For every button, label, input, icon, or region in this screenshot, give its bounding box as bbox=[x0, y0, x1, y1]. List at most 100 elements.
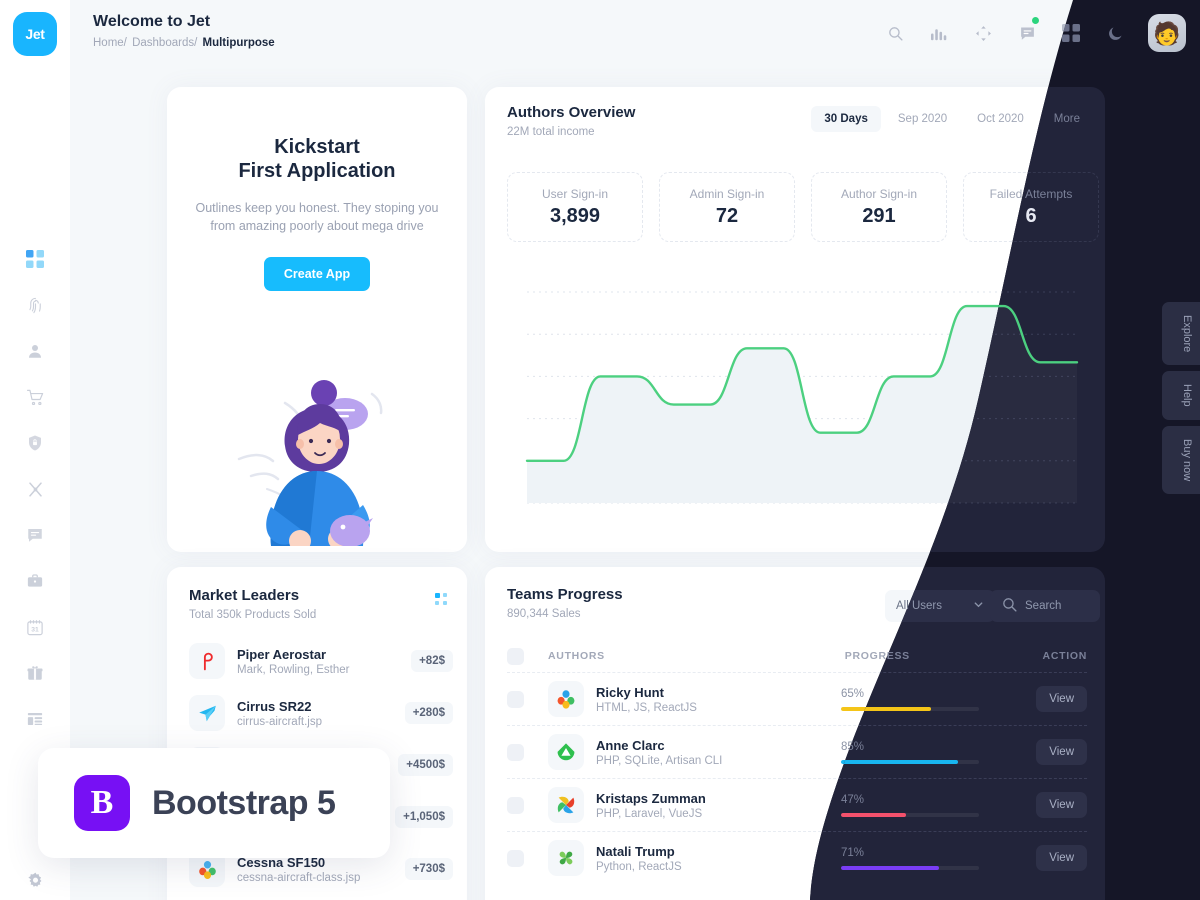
view-button[interactable]: View bbox=[1036, 686, 1087, 712]
breadcrumb-dashboards[interactable]: Dashboards/ bbox=[132, 37, 197, 49]
kickstart-illustration bbox=[167, 331, 467, 552]
view-button[interactable]: View bbox=[1036, 739, 1087, 765]
breadcrumb-home[interactable]: Home/ bbox=[93, 37, 127, 49]
bootstrap-badge: B Bootstrap 5 bbox=[38, 748, 390, 858]
teams-subtitle: 890,344 Sales bbox=[507, 608, 581, 620]
stat-value: 6 bbox=[1025, 204, 1037, 227]
chevron-down-icon bbox=[973, 599, 984, 613]
app-logo[interactable]: Jet bbox=[13, 12, 57, 56]
sidebar-item-calendar[interactable]: 31 bbox=[18, 614, 52, 640]
page-title: Welcome to Jet bbox=[93, 13, 211, 30]
market-leader-name: Piper Aerostar bbox=[237, 646, 327, 662]
authors-tab-0[interactable]: 30 Days bbox=[811, 106, 881, 132]
bootstrap-logo-icon: B bbox=[74, 775, 130, 831]
view-button[interactable]: View bbox=[1036, 845, 1087, 871]
stat-value: 3,899 bbox=[549, 204, 601, 227]
sidebar-settings[interactable] bbox=[0, 871, 70, 890]
team-member-skills: PHP, Laravel, VueJS bbox=[596, 807, 703, 820]
stat-card: User Sign-in 3,899 bbox=[507, 172, 643, 242]
stat-value: 291 bbox=[862, 204, 896, 227]
market-leader-row[interactable]: Cirrus SR22 cirrus-aircraft.jsp +280$ bbox=[189, 687, 453, 739]
clover-icon bbox=[548, 840, 584, 876]
progress-bar bbox=[841, 760, 979, 764]
edge-tab-group: Explore Help Buy now bbox=[1162, 302, 1200, 495]
market-subtitle: Total 350k Products Sold bbox=[189, 609, 317, 621]
authors-subtitle: 22M total income bbox=[507, 126, 595, 138]
piper-icon bbox=[189, 643, 225, 679]
sidebar-item-cart[interactable] bbox=[18, 384, 52, 410]
stat-value: 72 bbox=[715, 204, 739, 227]
market-leader-desc: Mark, Rowling, Esther bbox=[237, 663, 350, 676]
team-member-name: Ricky Hunt bbox=[596, 684, 664, 700]
flower-icon bbox=[548, 681, 584, 717]
market-leader-amount: +280$ bbox=[404, 702, 453, 724]
row-checkbox[interactable] bbox=[507, 849, 524, 867]
sidebar-item-chat[interactable] bbox=[18, 522, 52, 548]
authors-tab-2[interactable]: Oct 2020 bbox=[964, 106, 1037, 132]
team-member-name: Anne Clarc bbox=[596, 737, 665, 753]
column-authors: AUTHORS bbox=[548, 650, 605, 662]
progress-percent: 85% bbox=[840, 740, 864, 753]
sidebar-item-briefcase[interactable] bbox=[18, 568, 52, 594]
market-leader-amount: +730$ bbox=[404, 858, 453, 880]
search-icon bbox=[1001, 596, 1018, 616]
edge-tab-buy-now[interactable]: Buy now bbox=[1162, 425, 1200, 495]
stat-card: Author Sign-in 291 bbox=[811, 172, 947, 242]
sidebar-item-gift[interactable] bbox=[18, 660, 52, 686]
breadcrumb-current: Multipurpose bbox=[202, 37, 275, 49]
progress-bar bbox=[841, 813, 979, 817]
sidebar-item-shield-lock[interactable] bbox=[18, 430, 52, 456]
svg-text:31: 31 bbox=[31, 626, 39, 633]
column-action: ACTION bbox=[1042, 650, 1087, 662]
market-leader-row[interactable]: Piper Aerostar Mark, Rowling, Esther +82… bbox=[189, 635, 453, 687]
row-checkbox[interactable] bbox=[507, 743, 524, 761]
sidebar-item-scissors[interactable] bbox=[18, 476, 52, 502]
stat-card: Admin Sign-in 72 bbox=[659, 172, 795, 242]
team-member-skills: PHP, SQLite, Artisan CLI bbox=[596, 754, 723, 767]
stat-label: Author Sign-in bbox=[840, 186, 918, 201]
row-checkbox[interactable] bbox=[507, 690, 524, 708]
bootstrap-badge-label: Bootstrap 5 bbox=[152, 783, 336, 822]
header-move-icon[interactable] bbox=[972, 22, 994, 44]
header-notifications-icon[interactable] bbox=[1016, 17, 1039, 44]
market-leader-name: Cirrus SR22 bbox=[237, 698, 312, 714]
row-checkbox[interactable] bbox=[507, 796, 524, 814]
breadcrumb: Home/ Dashboards/ Multipurpose bbox=[93, 37, 277, 49]
create-app-button[interactable]: Create App bbox=[263, 257, 371, 292]
kickstart-title-line2: First Application bbox=[238, 160, 396, 182]
notification-dot bbox=[1032, 17, 1039, 24]
market-menu-icon[interactable] bbox=[435, 593, 449, 612]
view-button[interactable]: View bbox=[1036, 792, 1087, 818]
sidebar-item-user[interactable] bbox=[18, 338, 52, 364]
sidebar-nav: 31 bbox=[18, 246, 52, 732]
kickstart-card: Kickstart First Application Outlines kee… bbox=[167, 87, 467, 552]
header-bar-chart-icon[interactable] bbox=[928, 22, 950, 44]
market-leader-amount: +82$ bbox=[411, 650, 453, 672]
teams-search-input[interactable]: Search bbox=[990, 590, 1100, 622]
team-member-name: Kristaps Zumman bbox=[596, 790, 706, 806]
edge-tab-explore[interactable]: Explore bbox=[1162, 302, 1200, 366]
edge-tab-help[interactable]: Help bbox=[1162, 371, 1200, 420]
kickstart-title: Kickstart First Application bbox=[167, 135, 467, 183]
team-member-name: Natali Trump bbox=[596, 843, 675, 859]
drive-icon bbox=[548, 734, 584, 770]
cirrus-icon bbox=[189, 695, 225, 731]
progress-percent: 47% bbox=[840, 793, 864, 806]
header-search-icon[interactable] bbox=[884, 22, 906, 44]
teams-search-placeholder: Search bbox=[1025, 600, 1062, 612]
authors-title: Authors Overview bbox=[507, 104, 636, 121]
market-leader-desc: cessna-aircraft-class.jsp bbox=[237, 871, 361, 884]
avatar[interactable]: 🧑 bbox=[1148, 14, 1186, 52]
market-leader-desc: cirrus-aircraft.jsp bbox=[237, 715, 322, 728]
header: Welcome to Jet Home/ Dashboards/ Multipu… bbox=[70, 0, 1200, 66]
sidebar-item-layout[interactable] bbox=[18, 706, 52, 732]
select-all-checkbox[interactable] bbox=[507, 647, 524, 665]
authors-tab-1[interactable]: Sep 2020 bbox=[885, 106, 960, 132]
header-moon-icon[interactable] bbox=[1104, 22, 1126, 44]
team-member-skills: HTML, JS, ReactJS bbox=[596, 701, 697, 714]
authors-tab-3[interactable]: More bbox=[1041, 106, 1093, 132]
pinwheel-icon bbox=[548, 787, 584, 823]
sidebar-item-grid[interactable] bbox=[18, 246, 52, 272]
team-member-skills: Python, ReactJS bbox=[596, 860, 682, 873]
sidebar-item-fingerprint[interactable] bbox=[18, 292, 52, 318]
